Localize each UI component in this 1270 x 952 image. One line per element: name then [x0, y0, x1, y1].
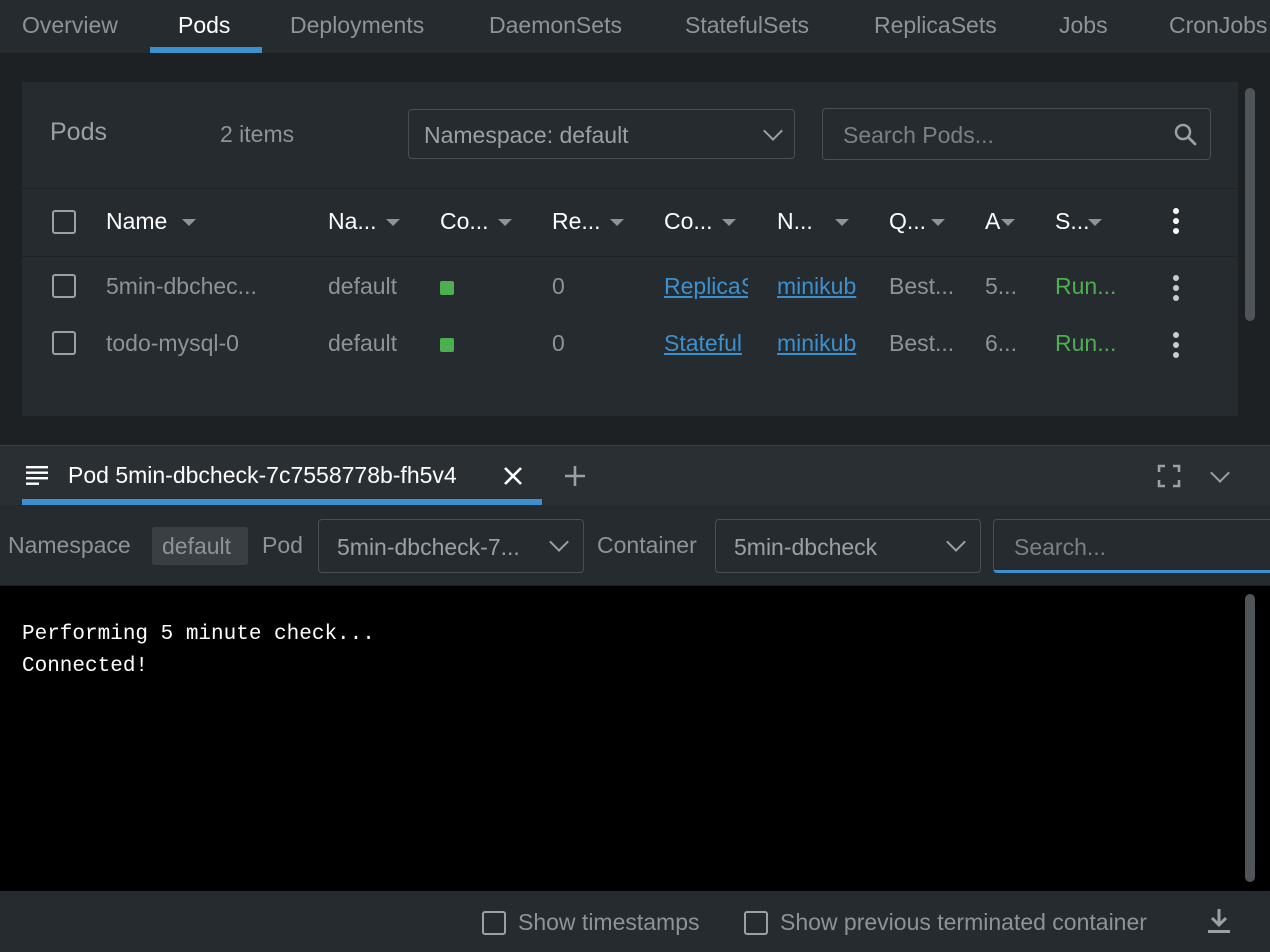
- log-search-input[interactable]: [1012, 533, 1266, 562]
- download-icon[interactable]: [1206, 907, 1232, 935]
- logs-icon: [26, 466, 48, 485]
- log-search-box[interactable]: [993, 519, 1270, 573]
- panel-title: Pods: [50, 118, 107, 146]
- log-line: Connected!: [22, 655, 149, 678]
- sort-icon[interactable]: [498, 219, 512, 226]
- dock-tab-title[interactable]: Pod 5min-dbcheck-7c7558778b-fh5v4: [68, 462, 457, 489]
- columns-menu-icon[interactable]: [1173, 208, 1179, 238]
- fullscreen-icon[interactable]: [1157, 464, 1181, 488]
- container-select-value: 5min-dbcheck: [734, 534, 878, 560]
- row-menu-icon[interactable]: [1173, 332, 1179, 362]
- active-tab-indicator: [150, 47, 262, 53]
- select-all-checkbox[interactable]: [52, 210, 76, 234]
- pod-label: Pod: [262, 532, 303, 558]
- column-qos[interactable]: Q...: [889, 208, 926, 235]
- sort-icon[interactable]: [931, 219, 945, 226]
- log-line: Performing 5 minute check...: [22, 623, 375, 646]
- controlled-by-link[interactable]: ReplicaS: [664, 273, 748, 300]
- sort-icon[interactable]: [1001, 219, 1015, 226]
- container-label: Container: [597, 532, 697, 558]
- sort-icon[interactable]: [386, 219, 400, 226]
- column-controlled-by[interactable]: Co...: [664, 208, 713, 235]
- show-timestamps-checkbox[interactable]: [482, 911, 506, 935]
- pod-qos: Best...: [889, 273, 955, 299]
- namespace-badge-value: default: [162, 533, 232, 559]
- pod-name: todo-mysql-0: [106, 330, 239, 356]
- sort-icon[interactable]: [610, 219, 624, 226]
- show-previous-label[interactable]: Show previous terminated container: [780, 909, 1147, 936]
- pod-select-value: 5min-dbcheck-7...: [337, 534, 520, 560]
- pod-name: 5min-dbchec...: [106, 273, 257, 299]
- sort-icon[interactable]: [835, 219, 849, 226]
- column-node[interactable]: N...: [777, 208, 813, 235]
- controlled-by-link[interactable]: Stateful: [664, 330, 748, 357]
- show-previous-checkbox[interactable]: [744, 911, 768, 935]
- add-tab-icon[interactable]: [563, 464, 587, 488]
- pod-restarts: 0: [552, 330, 565, 356]
- container-select[interactable]: 5min-dbcheck: [715, 519, 981, 573]
- tab-jobs[interactable]: Jobs: [1059, 0, 1108, 53]
- search-icon: [1174, 123, 1197, 146]
- namespace-label: Namespace: [8, 532, 131, 558]
- tab-pods[interactable]: Pods: [178, 0, 230, 53]
- items-count: 2 items: [220, 121, 295, 147]
- pod-qos: Best...: [889, 330, 955, 356]
- tab-daemonsets[interactable]: DaemonSets: [489, 0, 622, 53]
- column-age[interactable]: A: [985, 208, 1000, 235]
- column-name[interactable]: Name: [106, 208, 167, 235]
- resource-tabs: Overview Pods Deployments DaemonSets Sta…: [0, 0, 1270, 53]
- chevron-down-icon: [549, 532, 569, 552]
- container-status-icon: [440, 281, 454, 295]
- tab-overview[interactable]: Overview: [22, 0, 118, 53]
- tab-statefulsets[interactable]: StatefulSets: [685, 0, 809, 53]
- tab-deployments[interactable]: Deployments: [290, 0, 424, 53]
- node-link[interactable]: minikub: [777, 273, 862, 300]
- namespace-badge: default: [152, 527, 248, 565]
- chevron-down-icon: [946, 532, 966, 552]
- node-link[interactable]: minikub: [777, 330, 862, 357]
- column-restarts[interactable]: Re...: [552, 208, 601, 235]
- pod-age: 5...: [985, 273, 1017, 299]
- column-containers[interactable]: Co...: [440, 208, 489, 235]
- search-pods-box[interactable]: [822, 108, 1211, 160]
- chevron-down-icon: [763, 121, 783, 141]
- pod-status: Run...: [1055, 330, 1117, 356]
- sort-icon[interactable]: [1088, 219, 1102, 226]
- close-icon[interactable]: [502, 465, 524, 487]
- column-namespace[interactable]: Na...: [328, 208, 377, 235]
- tab-replicasets[interactable]: ReplicaSets: [874, 0, 997, 53]
- pod-age: 6...: [985, 330, 1017, 356]
- namespace-select[interactable]: Namespace: default: [408, 109, 795, 159]
- pod-namespace: default: [328, 273, 398, 299]
- pod-restarts: 0: [552, 273, 565, 299]
- row-checkbox[interactable]: [52, 274, 76, 298]
- show-timestamps-label[interactable]: Show timestamps: [518, 909, 700, 936]
- row-checkbox[interactable]: [52, 331, 76, 355]
- table-scrollbar[interactable]: [1245, 88, 1255, 321]
- namespace-select-label: Namespace: default: [424, 122, 629, 148]
- search-pods-input[interactable]: [841, 121, 1165, 150]
- log-scrollbar[interactable]: [1245, 594, 1255, 882]
- sort-icon[interactable]: [182, 219, 196, 226]
- pod-namespace: default: [328, 330, 398, 356]
- column-status[interactable]: S...: [1055, 208, 1090, 235]
- pod-select[interactable]: 5min-dbcheck-7...: [318, 519, 584, 573]
- divider: [22, 256, 1238, 257]
- tab-cronjobs[interactable]: CronJobs: [1169, 0, 1267, 53]
- divider: [22, 188, 1238, 189]
- container-status-icon: [440, 338, 454, 352]
- pod-status: Run...: [1055, 273, 1117, 299]
- row-menu-icon[interactable]: [1173, 275, 1179, 305]
- sort-icon[interactable]: [722, 219, 736, 226]
- log-output: Performing 5 minute check... Connected!: [0, 586, 1270, 891]
